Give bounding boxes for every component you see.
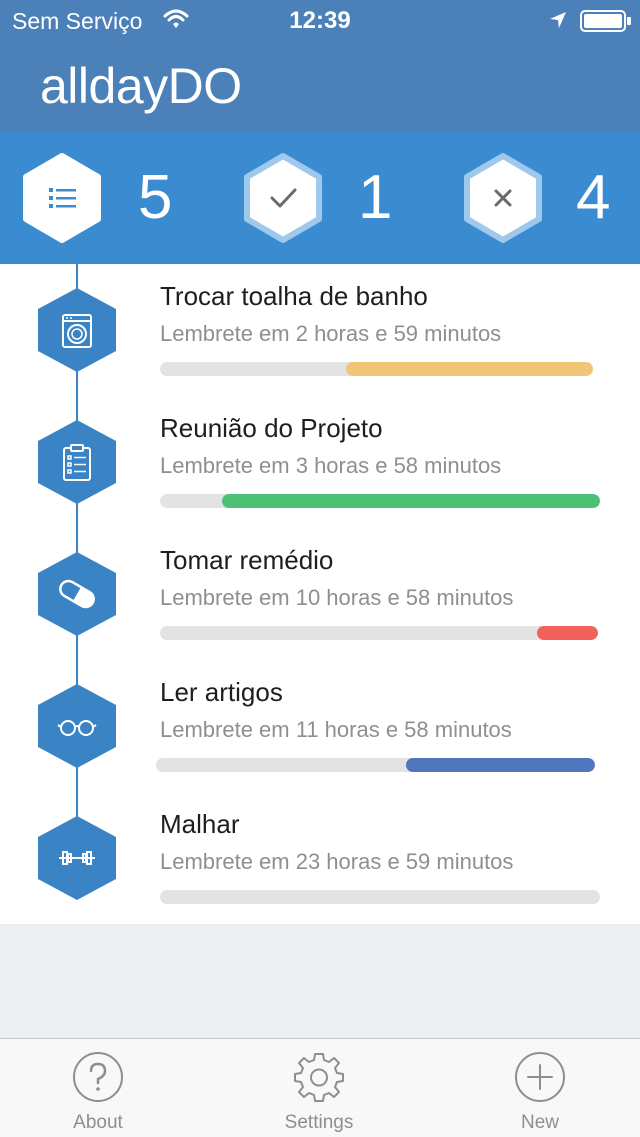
task-reminder: Lembrete em 3 horas e 58 minutos bbox=[160, 453, 502, 478]
glasses-icon bbox=[38, 684, 116, 768]
task-item[interactable]: Trocar toalha de banho Lembrete em 2 hor… bbox=[0, 264, 640, 396]
plus-circle-icon bbox=[515, 1052, 565, 1102]
summary-bar: 5 1 4 bbox=[0, 132, 640, 264]
done-filter-button[interactable] bbox=[237, 152, 329, 244]
task-title: Tomar remédio bbox=[160, 545, 334, 575]
task-reminder: Lembrete em 2 horas e 59 minutos bbox=[160, 321, 502, 346]
task-progress-bar bbox=[160, 362, 593, 376]
missed-count: 4 bbox=[576, 163, 611, 232]
task-progress-fill bbox=[406, 758, 595, 772]
tab-label: Settings bbox=[284, 1112, 354, 1133]
task-item[interactable]: Ler artigos Lembrete em 11 horas e 58 mi… bbox=[0, 660, 640, 792]
tab-settings[interactable]: Settings bbox=[249, 1039, 389, 1137]
location-arrow-icon bbox=[550, 12, 566, 28]
battery-icon bbox=[580, 10, 631, 32]
missed-filter-button[interactable] bbox=[457, 152, 549, 244]
pending-filter-button[interactable] bbox=[16, 152, 108, 244]
dumbbell-icon bbox=[38, 816, 116, 900]
pill-icon bbox=[38, 552, 116, 636]
task-title: Trocar toalha de banho bbox=[160, 281, 428, 311]
task-list: Trocar toalha de banho Lembrete em 2 hor… bbox=[0, 264, 640, 924]
task-progress-bar bbox=[160, 626, 598, 640]
task-progress-fill bbox=[346, 362, 593, 376]
task-reminder: Lembrete em 10 horas e 58 minutos bbox=[160, 585, 514, 610]
task-title: Reunião do Projeto bbox=[160, 413, 383, 443]
task-item[interactable]: Tomar remédio Lembrete em 10 horas e 58 … bbox=[0, 528, 640, 660]
task-item[interactable]: Reunião do Projeto Lembrete em 3 horas e… bbox=[0, 396, 640, 528]
app-header: Sem Serviço 12:39 alldayDO bbox=[0, 0, 640, 132]
tab-label: About bbox=[73, 1112, 123, 1133]
task-reminder: Lembrete em 23 horas e 59 minutos bbox=[160, 849, 514, 874]
task-item[interactable]: Malhar Lembrete em 23 horas e 59 minutos bbox=[0, 792, 640, 924]
check-icon bbox=[244, 153, 322, 243]
task-title: Ler artigos bbox=[160, 677, 283, 707]
task-progress-fill bbox=[536, 626, 598, 640]
tab-about[interactable]: About bbox=[28, 1039, 168, 1137]
task-reminder: Lembrete em 11 horas e 58 minutos bbox=[160, 717, 512, 742]
task-progress-fill bbox=[221, 494, 600, 508]
x-icon bbox=[464, 153, 542, 243]
status-time: 12:39 bbox=[289, 7, 351, 34]
washing-machine-icon bbox=[38, 288, 116, 372]
tab-new[interactable]: New bbox=[470, 1039, 610, 1137]
gear-icon bbox=[294, 1053, 344, 1102]
question-icon bbox=[73, 1052, 123, 1102]
tab-bar: About Settings New bbox=[0, 1038, 640, 1137]
task-progress-bar bbox=[160, 890, 600, 904]
task-title: Malhar bbox=[160, 809, 240, 839]
done-count: 1 bbox=[358, 163, 393, 232]
app-title: alldayDO bbox=[40, 58, 242, 114]
tab-label: New bbox=[520, 1112, 559, 1133]
task-progress-bar bbox=[160, 494, 600, 508]
task-progress-bar bbox=[156, 758, 595, 772]
pending-count: 5 bbox=[138, 163, 173, 232]
list-icon bbox=[23, 153, 101, 243]
clipboard-icon bbox=[38, 420, 116, 504]
